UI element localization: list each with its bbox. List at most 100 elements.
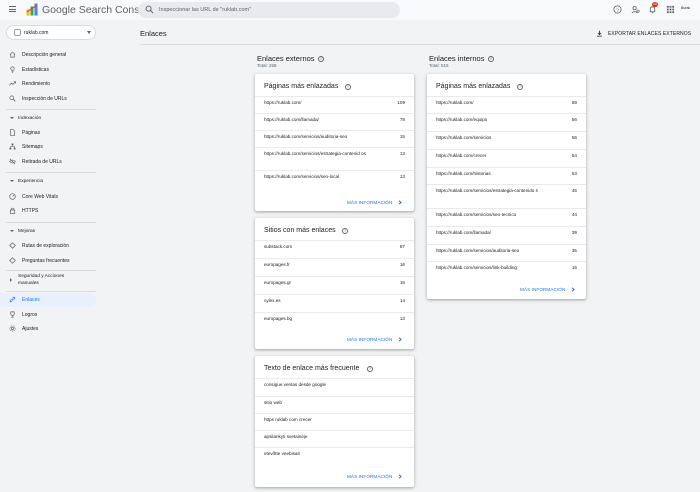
page-url: https://ruklab.com/servicios/seo-tecnico bbox=[436, 212, 517, 217]
collapse-arrow-icon bbox=[10, 117, 14, 119]
sidebar-item-achievements[interactable]: Logros bbox=[0, 308, 96, 322]
menu-icon[interactable] bbox=[9, 6, 16, 12]
table-row[interactable]: apsilankyti svetainėje bbox=[255, 430, 414, 447]
sidebar-section-enhancements[interactable]: Mejoras bbox=[0, 226, 96, 238]
table-row[interactable]: https://ruklab.com/equipo 56 bbox=[427, 113, 586, 131]
table-row[interactable]: https://ruklab.com/servicios/seo-tecnico… bbox=[427, 208, 586, 226]
table-row[interactable]: https://ruklab.com/servicios/estrategia-… bbox=[427, 184, 586, 208]
chevron-right-icon[interactable] bbox=[397, 337, 402, 342]
link-count: 87 bbox=[399, 244, 405, 249]
table-row[interactable]: sitio web bbox=[255, 396, 414, 413]
pages-icon bbox=[9, 129, 16, 136]
page-url: https://ruklab.com/historias bbox=[436, 171, 491, 176]
trophy-icon bbox=[10, 311, 15, 318]
table-row[interactable]: https://ruklab.com/servicios/auditoria-s… bbox=[427, 244, 586, 261]
table-row[interactable]: europages.gr 15 bbox=[255, 276, 414, 294]
external-top-pages-card: Páginas más enlazadas ? https://ruklab.c… bbox=[255, 74, 414, 211]
sidebar-item-insights[interactable]: Estadísticas bbox=[0, 63, 96, 77]
table-row[interactable]: consigue ventas desde google bbox=[255, 378, 414, 396]
sidebar-item-pages[interactable]: Páginas bbox=[0, 126, 96, 140]
table-row[interactable]: https://ruklab.com/servicios/auditoria-s… bbox=[255, 130, 414, 147]
table-row[interactable]: substack.com 87 bbox=[255, 240, 414, 258]
sidebar-item-label: Inspección de URLs bbox=[22, 95, 67, 102]
product-name[interactable]: Google Search Console bbox=[42, 4, 154, 16]
sidebar-item-removals[interactable]: Retirada de URLs bbox=[0, 155, 96, 169]
chevron-right-icon[interactable] bbox=[397, 474, 402, 479]
card-title: Sitios con más enlaces bbox=[264, 227, 336, 234]
url-inspection-input[interactable] bbox=[159, 4, 389, 16]
card-title: Texto de enlace más frecuente bbox=[264, 365, 360, 372]
sidebar-item-label: Core Web Vitals bbox=[22, 193, 58, 200]
sidebar-item-links[interactable]: Enlaces bbox=[0, 293, 96, 307]
table-row[interactable]: https://ruklab.com/llamada/39 bbox=[427, 226, 586, 244]
table-row[interactable]: https://ruklab.com/crecer 54 bbox=[427, 149, 586, 167]
chevron-right-icon[interactable] bbox=[397, 200, 402, 205]
page-url: https://ruklab.com/servicios/link-buildi… bbox=[436, 265, 517, 270]
sidebar-item-url-inspection[interactable]: Inspección de URLs bbox=[0, 92, 96, 106]
chevron-right-icon[interactable] bbox=[570, 287, 575, 292]
sidebar-divider bbox=[6, 109, 96, 110]
sidebar-item-core-web-vitals[interactable]: Core Web Vitals bbox=[0, 190, 96, 204]
search-icon bbox=[9, 95, 16, 102]
table-row[interactable]: https://ruklab.com/llamada/78 bbox=[255, 113, 414, 130]
table-row[interactable]: europages.bg 13 bbox=[255, 312, 414, 330]
more-info-link[interactable]: MÁS INFORMACIÓN bbox=[520, 287, 565, 292]
sidebar-item-settings[interactable]: Ajustes bbox=[0, 322, 96, 336]
help-circle-icon[interactable]: ? bbox=[367, 366, 373, 372]
more-info-link[interactable]: MÁS INFORMACIÓN bbox=[347, 337, 392, 342]
sidebar-item-label: Páginas bbox=[22, 129, 41, 136]
sidebar-item-overview[interactable]: Descripción general bbox=[0, 48, 96, 62]
chevron-down-icon bbox=[87, 31, 91, 34]
table-row[interactable]: etevõtte veebisait bbox=[255, 447, 414, 464]
anchor-text: sitio web bbox=[264, 400, 282, 405]
sidebar-item-label: Ajustes bbox=[22, 325, 39, 332]
site-domain: substack.com bbox=[264, 244, 293, 249]
table-row[interactable]: https://ruklab.com/servicios 56 bbox=[427, 131, 586, 149]
top-app-bar: Google Search Console ? 10 Burak bbox=[0, 0, 700, 20]
sidebar-item-https[interactable]: HTTPS bbox=[0, 204, 96, 218]
sidebar-divider bbox=[6, 172, 96, 173]
search-console-logo bbox=[26, 3, 38, 16]
search-icon[interactable] bbox=[145, 5, 154, 14]
table-row[interactable]: https://ruklab.com/59 bbox=[427, 96, 586, 113]
more-info-link[interactable]: MÁS INFORMACIÓN bbox=[347, 474, 392, 479]
table-row[interactable]: https://ruklab.com/servicios/estrategia-… bbox=[255, 147, 414, 170]
more-info-link[interactable]: MÁS INFORMACIÓN bbox=[347, 200, 392, 205]
help-circle-icon[interactable]: ? bbox=[488, 56, 494, 62]
table-row[interactable]: https://ruklab.com/109 bbox=[255, 96, 414, 113]
table-row[interactable]: https://ruklab.com/servicios/seo-local 13 bbox=[255, 170, 414, 187]
export-external-links-button[interactable]: EXPORTAR ENLACES EXTERNOS bbox=[596, 29, 692, 39]
export-label: EXPORTAR ENLACES EXTERNOS bbox=[608, 30, 692, 37]
account-button[interactable]: Burak bbox=[681, 6, 690, 10]
section-label: Seguridad y Acciones manuales bbox=[18, 274, 65, 286]
anchor-text: etevõtte veebisait bbox=[264, 451, 300, 456]
sidebar-item-faq[interactable]: Preguntas frecuentes bbox=[0, 254, 96, 268]
table-row[interactable]: https://ruklab.com/servicios/link-buildi… bbox=[427, 261, 586, 279]
table-row[interactable]: https ruklab com crecer bbox=[255, 413, 414, 430]
sidebar-section-security[interactable]: Seguridad y Acciones manuales bbox=[0, 273, 96, 289]
manage-users-icon[interactable] bbox=[631, 5, 640, 14]
sidebar-item-breadcrumbs[interactable]: Rutas de exploración bbox=[0, 239, 96, 253]
help-circle-icon[interactable]: ? bbox=[345, 84, 351, 90]
help-circle-icon[interactable]: ? bbox=[318, 56, 324, 62]
help-circle-icon[interactable]: ? bbox=[517, 84, 523, 90]
link-count: 53 bbox=[571, 171, 577, 176]
help-icon[interactable]: ? bbox=[613, 5, 622, 14]
faq-icon bbox=[9, 257, 16, 264]
apps-grid-icon[interactable] bbox=[666, 5, 675, 14]
table-row[interactable]: europages.fr 16 bbox=[255, 258, 414, 276]
sidebar-section-experience[interactable]: Experiencia bbox=[0, 176, 96, 188]
sidebar-section-indexing[interactable]: Indexación bbox=[0, 113, 96, 125]
table-row[interactable]: https://ruklab.com/historias 53 bbox=[427, 167, 586, 184]
gauge-icon bbox=[9, 193, 16, 200]
url-inspection-search[interactable] bbox=[138, 2, 400, 18]
external-links-total: Total: 258 bbox=[257, 63, 277, 68]
collapse-arrow-icon bbox=[10, 230, 14, 232]
site-domain: cylex.es bbox=[264, 298, 281, 303]
sidebar-item-performance[interactable]: Rendimiento bbox=[0, 77, 96, 91]
property-selector[interactable]: ruklab.com bbox=[6, 25, 96, 40]
internal-links-total: Total: 515 bbox=[429, 63, 449, 68]
sidebar-item-sitemaps[interactable]: Sitemaps bbox=[0, 140, 96, 154]
help-circle-icon[interactable]: ? bbox=[342, 228, 348, 234]
table-row[interactable]: cylex.es 14 bbox=[255, 294, 414, 312]
